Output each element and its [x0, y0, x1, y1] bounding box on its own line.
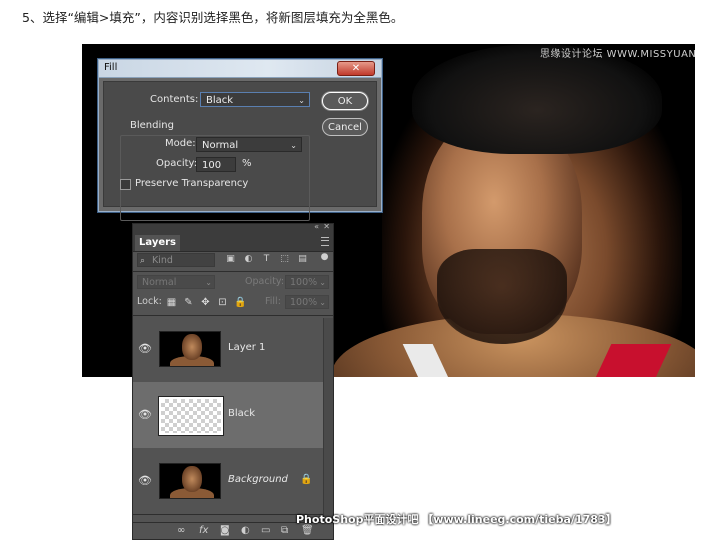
- blend-mode-select[interactable]: Normal ⌄: [137, 275, 215, 289]
- dialog-title: Fill: [104, 62, 118, 73]
- panel-tabbar: Layers: [133, 233, 333, 252]
- layer-row[interactable]: 👁 Layer 1: [133, 316, 323, 383]
- link-icon[interactable]: ∞: [177, 525, 185, 536]
- fill-field[interactable]: 100% ⌄: [285, 295, 329, 309]
- layers-scrollbar[interactable]: [323, 318, 333, 523]
- ok-button[interactable]: OK: [322, 92, 368, 110]
- lock-position-icon[interactable]: ✥: [200, 297, 211, 308]
- fill-dialog: Fill ✕ Contents: Black ⌄ Blending Mode: …: [98, 59, 382, 221]
- mode-select[interactable]: Normal ⌄: [196, 137, 302, 152]
- layer-name: Layer 1: [228, 342, 266, 353]
- dialog-titlebar[interactable]: Fill ✕: [99, 60, 381, 78]
- layer-row[interactable]: 👁 Black: [133, 382, 323, 449]
- chevron-down-icon: ⌄: [290, 141, 297, 150]
- layer-thumbnail: [159, 331, 221, 367]
- chevron-down-icon: ⌄: [319, 298, 326, 307]
- opacity-label: Opacity:: [245, 276, 285, 287]
- chevron-down-icon: ⌄: [319, 278, 326, 287]
- dialog-body: Contents: Black ⌄ Blending Mode: Normal …: [103, 81, 377, 221]
- contents-label: Contents:: [150, 94, 199, 105]
- photo-watermark: 思缘设计论坛 WWW.MISSYUAN.COM: [540, 49, 695, 60]
- lock-pixels-icon[interactable]: ✎: [183, 297, 194, 308]
- pixel-filter-icon[interactable]: ▣: [225, 254, 236, 265]
- adjustment-filter-icon[interactable]: ◐: [243, 254, 254, 265]
- blending-label: Blending: [128, 120, 176, 131]
- eye-icon[interactable]: 👁: [138, 409, 152, 421]
- lock-artboard-icon[interactable]: ⊡: [217, 297, 228, 308]
- fill-label: Fill:: [265, 296, 281, 307]
- search-icon: ⌕: [140, 256, 146, 266]
- adjustment-icon[interactable]: ◐: [241, 525, 250, 536]
- fx-icon[interactable]: fx: [199, 525, 208, 536]
- preserve-transparency-checkbox[interactable]: [120, 179, 131, 190]
- layer-name: Black: [228, 408, 256, 419]
- preserve-transparency-label: Preserve Transparency: [135, 178, 249, 189]
- close-icon[interactable]: ✕: [337, 61, 375, 76]
- opacity-label: Opacity:: [156, 158, 198, 169]
- lock-icon: 🔒: [300, 474, 313, 485]
- layer-row[interactable]: 👁 Background 🔒: [133, 448, 323, 515]
- smart-object-filter-icon[interactable]: ▤: [297, 254, 308, 265]
- shape-filter-icon[interactable]: ⬚: [279, 254, 290, 265]
- lock-transparent-icon[interactable]: ▦: [166, 297, 177, 308]
- chevron-down-icon: ⌄: [298, 96, 305, 105]
- type-filter-icon[interactable]: T: [261, 254, 272, 265]
- tab-layers[interactable]: Layers: [135, 235, 180, 251]
- opacity-unit: %: [242, 158, 252, 169]
- mask-icon[interactable]: ◙: [220, 525, 230, 536]
- cancel-button[interactable]: Cancel: [322, 118, 368, 136]
- footer-watermark: PhotoShop平面设计吧 【www.lineeg.com/tieba/178…: [296, 513, 617, 526]
- collapse-icon[interactable]: «: [314, 222, 319, 231]
- step-caption: 5、选择“编辑>填充”，内容识别选择黑色，将新图层填充为全黑色。: [22, 10, 404, 25]
- folder-icon[interactable]: ▭: [261, 525, 270, 536]
- opacity-field[interactable]: 100% ⌄: [285, 275, 329, 289]
- close-icon[interactable]: ✕: [323, 222, 330, 231]
- layer-name: Background: [228, 474, 288, 485]
- kind-filter[interactable]: ⌕ Kind: [137, 253, 215, 267]
- layer-thumbnail: [159, 463, 221, 499]
- filter-toggle-icon[interactable]: ●: [319, 252, 330, 263]
- lock-label: Lock:: [137, 296, 162, 307]
- panel-menu-icon[interactable]: [321, 237, 329, 246]
- opacity-input[interactable]: 100: [196, 157, 236, 172]
- contents-select[interactable]: Black ⌄: [200, 92, 310, 107]
- layers-panel: « ✕ Layers ⌕ Kind ▣ ◐ T ⬚ ▤ ● Normal ⌄ O…: [132, 222, 334, 540]
- eye-icon[interactable]: 👁: [138, 475, 152, 487]
- eye-icon[interactable]: 👁: [138, 343, 152, 355]
- panel-header[interactable]: « ✕: [133, 222, 333, 233]
- chevron-down-icon: ⌄: [205, 278, 212, 287]
- lock-all-icon[interactable]: 🔒: [234, 297, 246, 308]
- layer-thumbnail: [159, 397, 223, 435]
- new-layer-icon[interactable]: ⧉: [281, 525, 288, 536]
- mode-label: Mode:: [165, 138, 196, 149]
